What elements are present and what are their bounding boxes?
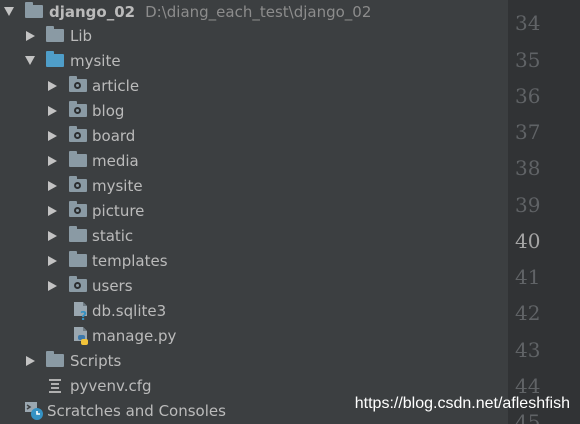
tree-item-label: Scratches and Consoles [47, 401, 226, 420]
line-number-gutter: 34 35 36 37 38 39 40 41 42 43 44 45 [508, 0, 580, 424]
folder-icon [46, 26, 64, 42]
tree-item-label: static [92, 226, 134, 245]
python-icon [74, 326, 88, 345]
tree-row-picture[interactable]: picture [0, 198, 508, 223]
package-folder-icon [69, 76, 87, 92]
tree-item-label: templates [92, 251, 168, 270]
chevron-right-icon[interactable] [48, 230, 57, 241]
tree-row-article[interactable]: article [0, 73, 508, 98]
chevron-right-icon[interactable] [26, 30, 35, 41]
tree-item-label: article [92, 76, 140, 95]
chevron-right-icon[interactable] [48, 180, 57, 191]
chevron-right-icon[interactable] [48, 155, 57, 166]
package-folder-icon [69, 201, 87, 217]
chevron-down-icon[interactable] [25, 56, 35, 65]
tree-item-label: Scripts [70, 351, 122, 370]
folder-icon [25, 2, 43, 18]
line-number: 42 [515, 301, 541, 325]
tree-item-label: picture [92, 201, 145, 220]
chevron-right-icon[interactable] [48, 255, 57, 266]
tree-row-board[interactable]: board [0, 123, 508, 148]
svg-text:?: ? [80, 309, 87, 321]
package-folder-icon [69, 176, 87, 192]
tree-row-templates[interactable]: templates [0, 248, 508, 273]
folder-icon [69, 251, 87, 267]
tree-row-manage-py[interactable]: manage.py [0, 323, 508, 348]
package-folder-icon [69, 276, 87, 292]
watermark: https://blog.csdn.net/afleshfish [354, 395, 570, 412]
line-number: 34 [515, 11, 541, 35]
chevron-right-icon[interactable] [48, 80, 57, 91]
tree-item-label: db.sqlite3 [92, 301, 167, 320]
chevron-down-icon[interactable] [4, 7, 14, 16]
line-number: 41 [515, 265, 541, 289]
folder-icon [46, 351, 64, 367]
tree-item-label: Lib [70, 26, 93, 45]
folder-icon [69, 226, 87, 242]
line-number: 36 [515, 84, 541, 108]
tree-row-scripts[interactable]: Scripts [0, 348, 508, 373]
line-number: 38 [515, 156, 541, 180]
tree-row-media[interactable]: media [0, 148, 508, 173]
tree-item-label: users [92, 276, 133, 295]
tree-item-label: mysite [92, 176, 143, 195]
scratches-icon [25, 401, 43, 420]
tree-row-db-sqlite3[interactable]: ? db.sqlite3 [0, 298, 508, 323]
package-folder-icon [69, 126, 87, 142]
project-name: django_02 [49, 2, 136, 21]
chevron-right-icon[interactable] [48, 205, 57, 216]
package-folder-icon [69, 101, 87, 117]
tree-item-label: pyvenv.cfg [70, 376, 152, 395]
tree-item-label: media [92, 151, 139, 170]
line-number: 35 [515, 48, 541, 72]
line-number: 37 [515, 120, 541, 144]
folder-icon [69, 151, 87, 167]
source-folder-icon [46, 51, 64, 67]
chevron-right-icon[interactable] [26, 355, 35, 366]
tree-row-blog[interactable]: blog [0, 98, 508, 123]
tree-item-label: blog [92, 101, 125, 120]
tree-item-label: manage.py [92, 326, 177, 345]
chevron-right-icon[interactable] [48, 130, 57, 141]
chevron-right-icon[interactable] [48, 280, 57, 291]
tree-row-mysite-package[interactable]: mysite [0, 173, 508, 198]
line-number: 39 [515, 193, 541, 217]
line-number-active: 40 [515, 229, 541, 253]
project-path: D:\diang_each_test\django_02 [145, 2, 372, 21]
tree-row-lib[interactable]: Lib [0, 23, 508, 48]
tree-item-label: mysite [70, 51, 121, 70]
tree-item-label: board [92, 126, 136, 145]
tree-row-project-root[interactable]: django_02 D:\diang_each_test\django_02 [0, 0, 508, 24]
project-tree: django_02 D:\diang_each_test\django_02 L… [0, 0, 508, 424]
line-number: 43 [515, 338, 541, 362]
config-file-icon [49, 378, 61, 393]
chevron-right-icon[interactable] [48, 105, 57, 116]
tree-row-static[interactable]: static [0, 223, 508, 248]
tree-row-users[interactable]: users [0, 273, 508, 298]
tree-row-mysite[interactable]: mysite [0, 48, 508, 73]
database-icon: ? [74, 301, 87, 321]
